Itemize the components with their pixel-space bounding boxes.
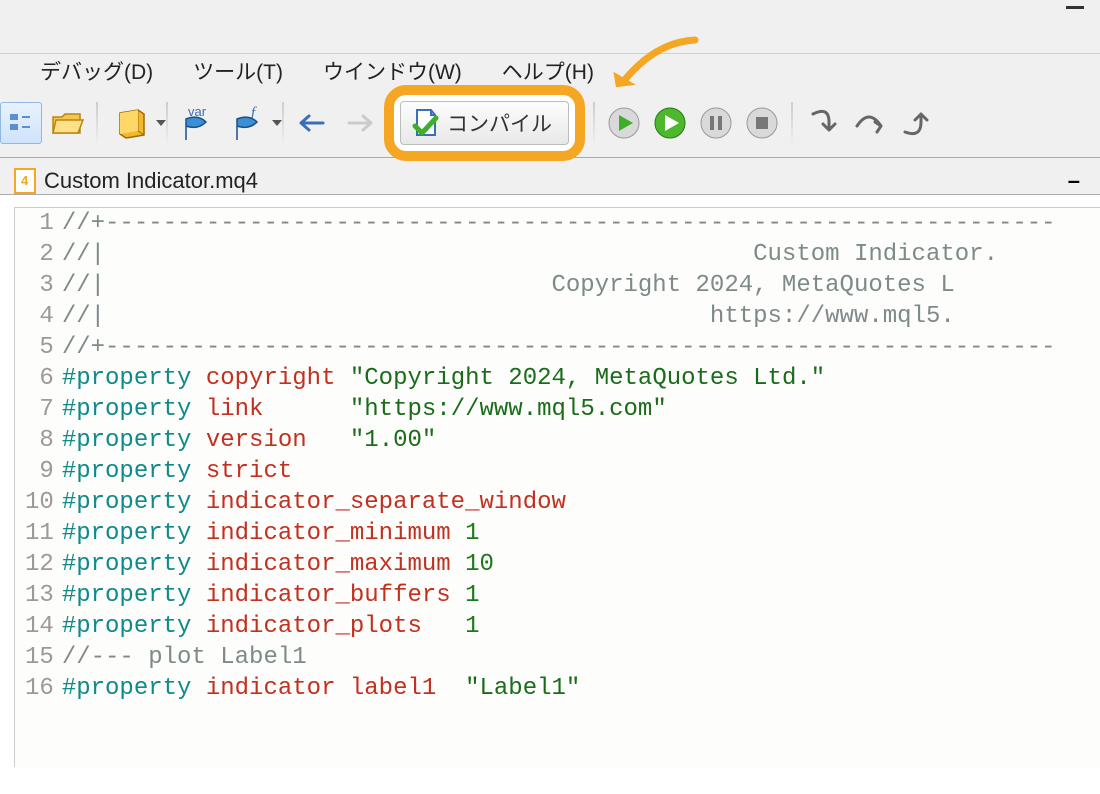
code-line[interactable]: //| https://www.mql5.	[62, 301, 1100, 332]
menu-help[interactable]: ヘルプ(H)	[502, 56, 594, 86]
separator	[282, 102, 284, 144]
line-number: 4	[15, 301, 62, 332]
dropdown-caret-icon	[272, 120, 282, 126]
tab-filename[interactable]: Custom Indicator.mq4	[44, 168, 258, 194]
open-folder-button[interactable]	[46, 102, 88, 144]
compile-icon	[411, 108, 439, 138]
code-line[interactable]: #property link "https://www.mql5.com"	[62, 394, 1100, 425]
step-out-button[interactable]	[893, 102, 935, 144]
tab-minimize-icon[interactable]: –	[1068, 168, 1080, 194]
line-number: 8	[15, 425, 62, 456]
line-number: 5	[15, 332, 62, 363]
pause-button[interactable]	[695, 102, 737, 144]
line-number: 2	[15, 239, 62, 270]
dropdown-caret-icon	[156, 120, 166, 126]
compile-highlight: コンパイル	[384, 85, 585, 161]
code-body[interactable]: 1//+------------------------------------…	[15, 208, 1100, 704]
separator	[96, 102, 98, 144]
code-line[interactable]: #property strict	[62, 456, 1100, 487]
code-line[interactable]: #property indicator_maximum 10	[62, 549, 1100, 580]
step-into-button[interactable]	[801, 102, 843, 144]
step-over-button[interactable]	[847, 102, 889, 144]
separator	[166, 102, 168, 144]
line-number: 12	[15, 549, 62, 580]
code-line[interactable]: //--- plot Label1	[62, 642, 1100, 673]
menu-window[interactable]: ウインドウ(W)	[323, 56, 462, 86]
code-line[interactable]: //+-------------------------------------…	[62, 208, 1100, 239]
function-flag-button[interactable]: f	[222, 102, 274, 144]
compile-label: コンパイル	[447, 108, 552, 138]
code-line[interactable]: #property indicator_minimum 1	[62, 518, 1100, 549]
toolbar: var f コンパイル	[0, 92, 1100, 158]
code-line[interactable]: #property indicator_buffers 1	[62, 580, 1100, 611]
line-number: 13	[15, 580, 62, 611]
compile-button[interactable]: コンパイル	[400, 101, 569, 145]
code-line[interactable]: //| Custom Indicator.	[62, 239, 1100, 270]
book-button[interactable]	[106, 102, 158, 144]
line-number: 3	[15, 270, 62, 301]
line-number: 1	[15, 208, 62, 239]
code-editor[interactable]: 1//+------------------------------------…	[14, 207, 1100, 767]
line-number: 15	[15, 642, 62, 673]
line-number: 9	[15, 456, 62, 487]
line-number: 14	[15, 611, 62, 642]
line-number: 11	[15, 518, 62, 549]
mq4-file-icon	[14, 168, 36, 194]
tree-view-button[interactable]	[0, 102, 42, 144]
line-number: 16	[15, 673, 62, 704]
code-line[interactable]: //+-------------------------------------…	[62, 332, 1100, 363]
separator	[593, 102, 595, 144]
code-line[interactable]: #property indicator label1 "Label1"	[62, 673, 1100, 704]
tabstrip: Custom Indicator.mq4 –	[0, 158, 1100, 195]
back-button[interactable]	[292, 102, 334, 144]
code-line[interactable]: #property copyright "Copyright 2024, Met…	[62, 363, 1100, 394]
titlebar	[0, 0, 1100, 54]
line-number: 10	[15, 487, 62, 518]
var-flag-button[interactable]: var	[176, 102, 218, 144]
forward-button[interactable]	[338, 102, 380, 144]
code-line[interactable]: #property indicator_plots 1	[62, 611, 1100, 642]
menu-tools[interactable]: ツール(T)	[193, 56, 283, 86]
menu-debug[interactable]: デバッグ(D)	[40, 56, 153, 86]
code-line[interactable]: //| Copyright 2024, MetaQuotes L	[62, 270, 1100, 301]
code-line[interactable]: #property indicator_separate_window	[62, 487, 1100, 518]
debug-start-button[interactable]	[603, 102, 645, 144]
play-button[interactable]	[649, 102, 691, 144]
line-number: 6	[15, 363, 62, 394]
stop-button[interactable]	[741, 102, 783, 144]
code-line[interactable]: #property version "1.00"	[62, 425, 1100, 456]
minimize-button[interactable]	[1066, 6, 1084, 9]
line-number: 7	[15, 394, 62, 425]
separator	[791, 102, 793, 144]
